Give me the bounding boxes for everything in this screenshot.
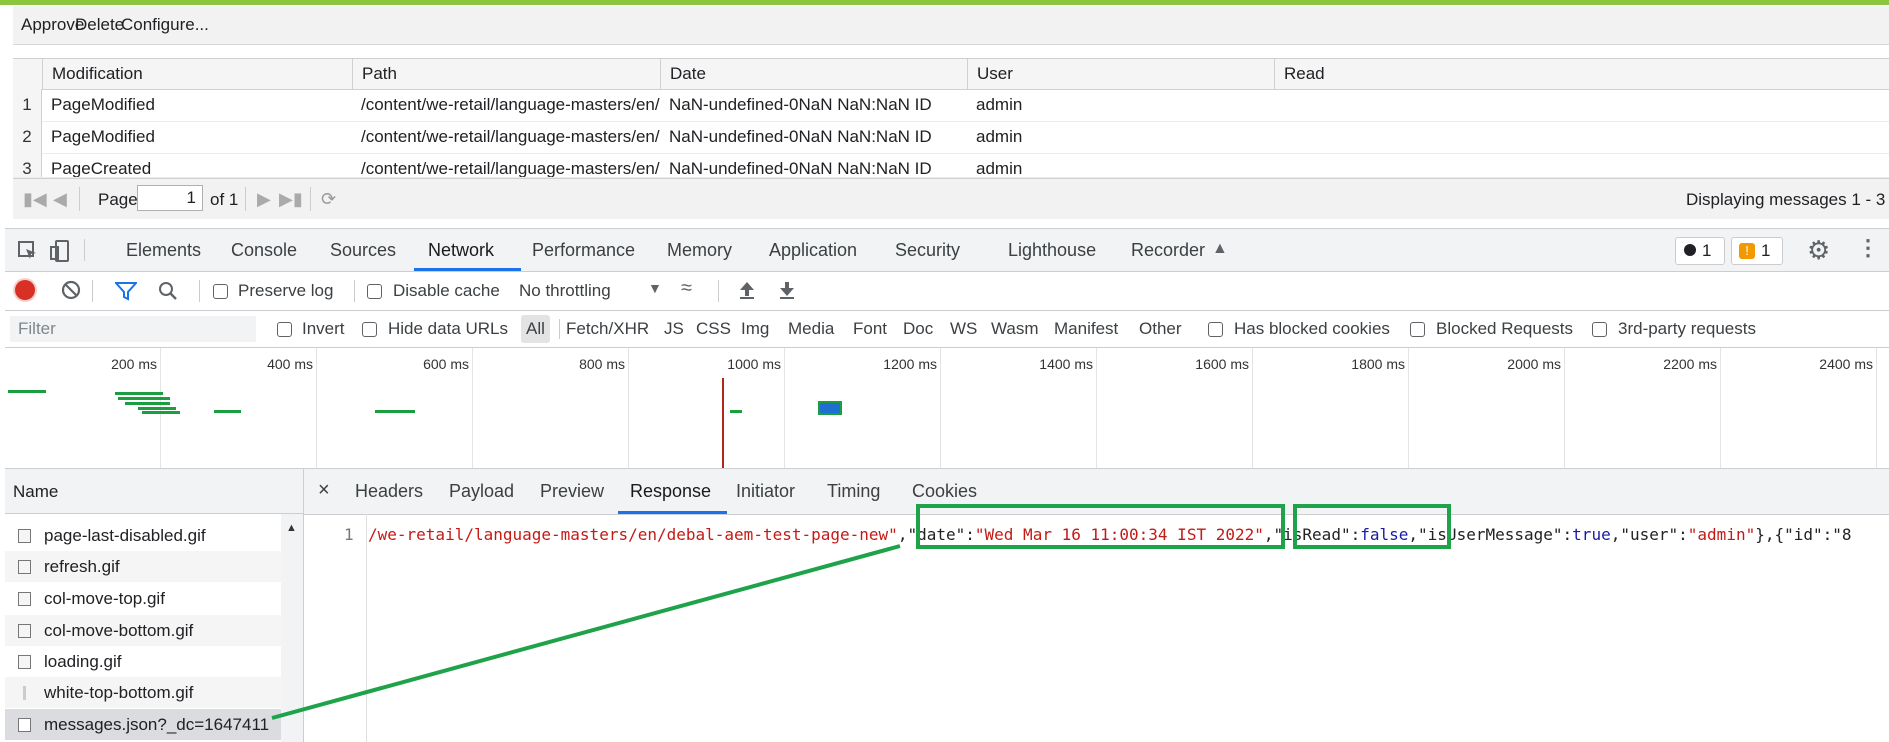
annotation-arrow xyxy=(271,544,901,720)
